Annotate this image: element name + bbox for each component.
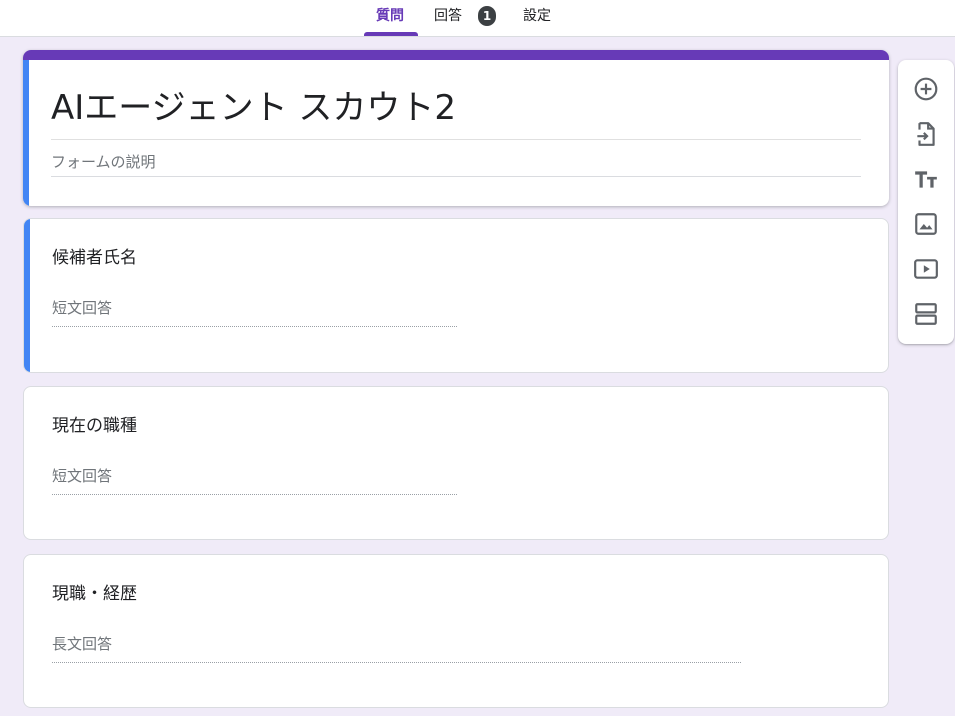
form-title-card[interactable]: AIエージェント スカウト2 フォームの説明 xyxy=(23,50,889,206)
add-video-icon xyxy=(914,259,938,279)
theme-color-stripe xyxy=(23,50,889,60)
add-question-icon xyxy=(914,77,938,101)
add-image-icon xyxy=(915,213,937,235)
import-questions-button[interactable] xyxy=(912,120,940,148)
question-card[interactable]: 現職・経歴 長文回答 xyxy=(23,554,889,708)
question-title[interactable]: 現職・経歴 xyxy=(52,582,137,606)
responses-count-badge: 1 xyxy=(478,6,496,26)
floating-toolbar xyxy=(898,60,954,344)
tab-responses[interactable]: 回答 xyxy=(434,0,462,36)
short-answer-field: 短文回答 xyxy=(52,297,457,327)
active-tab-indicator xyxy=(364,32,418,36)
add-image-button[interactable] xyxy=(912,210,940,238)
selected-indicator xyxy=(23,60,29,206)
top-tab-bar: 質問 回答 1 設定 xyxy=(0,0,955,37)
import-questions-icon xyxy=(917,122,935,146)
question-card[interactable]: 候補者氏名 短文回答 xyxy=(23,218,889,373)
add-video-button[interactable] xyxy=(912,255,940,283)
question-card[interactable]: 現在の職種 短文回答 xyxy=(23,386,889,540)
add-section-icon xyxy=(915,303,937,325)
tab-settings[interactable]: 設定 xyxy=(523,0,551,36)
short-answer-field: 短文回答 xyxy=(52,465,457,495)
add-question-button[interactable] xyxy=(912,75,940,103)
add-title-icon xyxy=(915,171,937,188)
long-answer-field: 長文回答 xyxy=(52,633,741,663)
add-section-button[interactable] xyxy=(912,300,940,328)
tab-questions[interactable]: 質問 xyxy=(376,0,404,36)
question-title[interactable]: 現在の職種 xyxy=(52,414,137,438)
form-description-input[interactable]: フォームの説明 xyxy=(51,150,861,177)
form-title-input[interactable]: AIエージェント スカウト2 xyxy=(51,84,861,140)
question-title[interactable]: 候補者氏名 xyxy=(52,246,137,270)
add-title-button[interactable] xyxy=(912,165,940,193)
